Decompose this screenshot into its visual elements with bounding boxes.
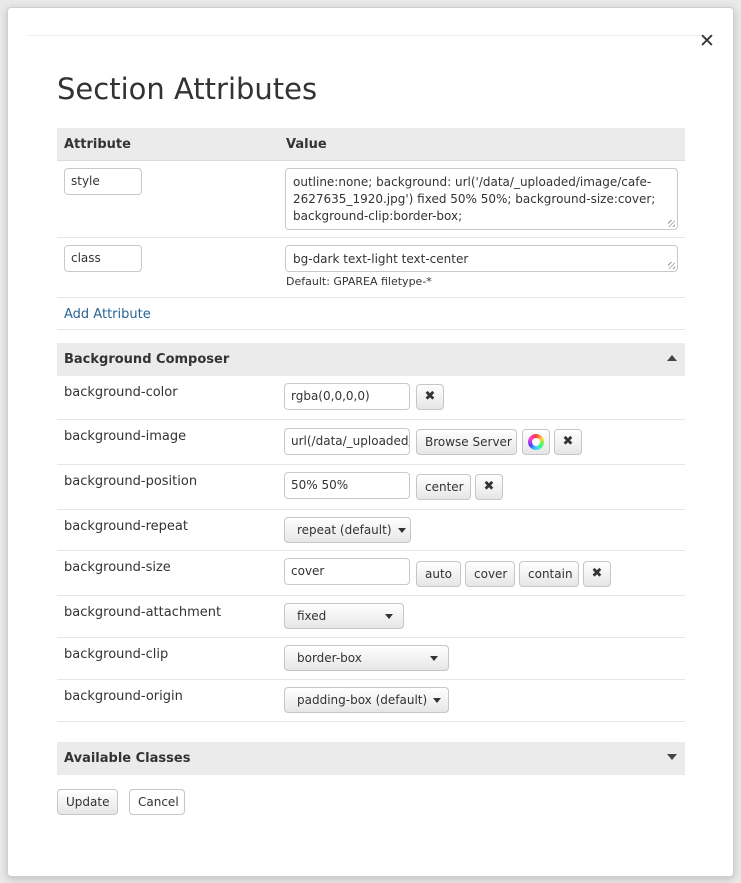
update-button[interactable]: Update	[57, 789, 118, 815]
clear-background-color-button[interactable]: ✖	[416, 384, 444, 410]
add-attribute-link[interactable]: Add Attribute	[64, 307, 151, 322]
dialog-divider	[26, 35, 715, 36]
row-divider	[57, 550, 685, 551]
background-attachment-select[interactable]: fixed	[284, 603, 404, 629]
clear-icon: ✖	[591, 566, 603, 581]
row-divider	[57, 721, 685, 722]
section-attributes-dialog: ✕ Section Attributes Attribute Value sty…	[7, 7, 734, 877]
background-position-label: background-position	[64, 474, 198, 489]
attribute-name-input-class[interactable]: class	[64, 245, 142, 272]
row-divider	[57, 637, 685, 638]
row-divider	[57, 237, 685, 238]
background-clip-label: background-clip	[64, 647, 169, 662]
column-header-value: Value	[286, 137, 327, 152]
chevron-down-icon	[397, 528, 406, 533]
chevron-down-icon	[433, 698, 442, 703]
attribute-value-text: bg-dark text-light text-center	[293, 252, 469, 266]
size-contain-button[interactable]: contain	[519, 561, 579, 587]
clear-icon: ✖	[424, 389, 436, 404]
background-composer-header[interactable]: Background Composer	[57, 343, 685, 376]
row-divider	[57, 464, 685, 465]
available-classes-header[interactable]: Available Classes	[57, 742, 685, 775]
row-divider	[57, 595, 685, 596]
dialog-title: Section Attributes	[57, 72, 318, 106]
background-origin-selected: padding-box (default)	[297, 693, 428, 707]
resize-grip-icon[interactable]	[668, 220, 675, 227]
background-clip-select[interactable]: border-box	[284, 645, 449, 671]
caret-up-icon[interactable]	[667, 355, 677, 361]
color-picker-button[interactable]	[522, 429, 550, 455]
attribute-value-textarea-style[interactable]: outline:none; background: url('/data/_up…	[285, 168, 678, 230]
background-origin-label: background-origin	[64, 689, 183, 704]
chevron-down-icon	[430, 656, 438, 661]
attribute-name-input-style[interactable]: style	[64, 168, 142, 195]
resize-grip-icon[interactable]	[668, 262, 675, 269]
available-classes-title: Available Classes	[64, 751, 191, 766]
row-divider	[57, 679, 685, 680]
attribute-value-text: outline:none; background: url('/data/_up…	[293, 175, 656, 223]
background-repeat-selected: repeat (default)	[297, 523, 392, 537]
background-repeat-select[interactable]: repeat (default)	[284, 517, 411, 543]
background-composer-title: Background Composer	[64, 352, 230, 367]
browse-server-button[interactable]: Browse Server	[416, 429, 517, 455]
background-size-label: background-size	[64, 560, 171, 575]
size-auto-button[interactable]: auto	[416, 561, 461, 587]
caret-down-icon[interactable]	[667, 754, 677, 760]
attribute-value-textarea-class[interactable]: bg-dark text-light text-center	[285, 245, 678, 272]
chevron-down-icon	[385, 614, 393, 619]
column-header-attribute: Attribute	[64, 137, 131, 152]
clear-background-image-button[interactable]: ✖	[554, 429, 582, 455]
clear-background-size-button[interactable]: ✖	[583, 561, 611, 587]
background-origin-select[interactable]: padding-box (default)	[284, 687, 449, 713]
background-color-input[interactable]: rgba(0,0,0,0)	[284, 383, 410, 410]
clear-icon: ✖	[483, 479, 495, 494]
background-clip-selected: border-box	[297, 651, 362, 665]
clear-icon: ✖	[562, 434, 574, 449]
color-wheel-icon	[528, 433, 544, 450]
attributes-table-header: Attribute Value	[57, 128, 685, 161]
position-center-button[interactable]: center	[416, 474, 471, 500]
size-cover-button[interactable]: cover	[465, 561, 515, 587]
clear-background-position-button[interactable]: ✖	[475, 474, 503, 500]
row-divider	[57, 329, 685, 330]
close-icon[interactable]: ✕	[699, 32, 715, 51]
background-attachment-label: background-attachment	[64, 605, 222, 620]
attribute-default-hint: Default: GPAREA filetype-*	[286, 275, 432, 288]
background-image-input[interactable]: url(/data/_uploaded/image/cafe-2627635_1…	[284, 428, 410, 455]
background-image-label: background-image	[64, 429, 187, 444]
row-divider	[57, 297, 685, 298]
background-position-input[interactable]: 50% 50%	[284, 472, 410, 499]
row-divider	[57, 419, 685, 420]
row-divider	[57, 509, 685, 510]
background-attachment-selected: fixed	[297, 609, 327, 623]
background-repeat-label: background-repeat	[64, 519, 188, 534]
background-color-label: background-color	[64, 385, 178, 400]
cancel-button[interactable]: Cancel	[129, 789, 185, 815]
background-size-input[interactable]: cover	[284, 558, 410, 585]
